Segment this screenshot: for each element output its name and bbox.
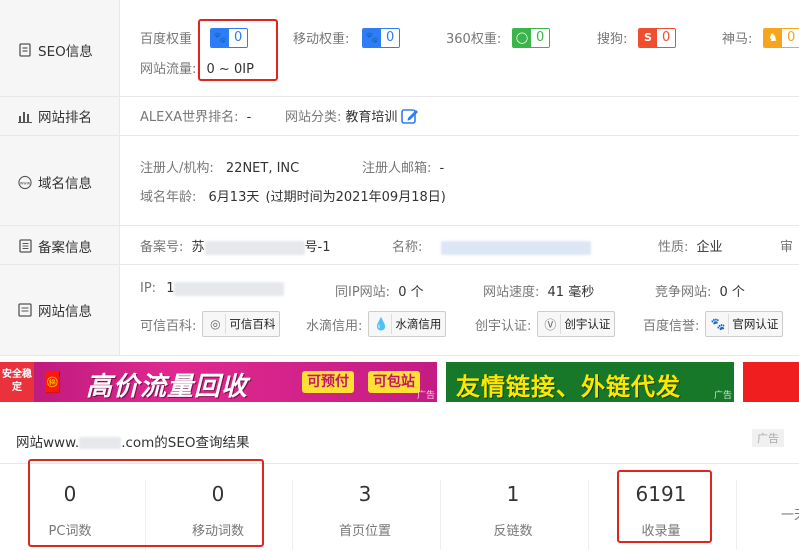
chuangyu-badge[interactable]: Ⓥ 创宇认证	[537, 311, 616, 337]
site-section-title: 网站信息	[18, 300, 92, 320]
record-book-icon	[18, 239, 32, 253]
shenma-weight: 神马:	[722, 32, 753, 47]
sogou-icon: S	[639, 29, 657, 47]
icp-nature: 性质: 企业	[658, 240, 723, 255]
s360-icon: ◯	[513, 29, 531, 47]
shenma-horse-icon: ♞	[764, 29, 782, 47]
stat-one-day[interactable]: 一天	[739, 466, 799, 551]
site-ip: IP: 1	[140, 281, 285, 296]
mobile-weight: 移动权重:	[293, 32, 350, 47]
icp-review: 审	[780, 240, 794, 255]
mobile-weight-badge[interactable]: 🐾 0	[362, 28, 401, 48]
stat-homepage-position[interactable]: 3 首页位置	[295, 466, 435, 551]
ad-banner-partial[interactable]	[743, 362, 799, 402]
competitor-sites: 竞争网站: 0 个	[655, 285, 745, 300]
site-list-icon	[18, 303, 32, 317]
v-shield-icon: Ⓥ	[540, 314, 562, 334]
icp-name: 名称:	[392, 236, 591, 255]
icp-section-title: 备案信息	[18, 236, 92, 256]
s360-weight: 360权重:	[446, 32, 502, 47]
chuangyu-cert: 创宇认证: Ⓥ 创宇认证	[475, 311, 616, 337]
same-ip-sites: 同IP网站: 0 个	[335, 285, 424, 300]
ranking-section-title: 网站排名	[18, 106, 92, 126]
redacted-block	[204, 240, 305, 255]
site-category: 网站分类: 教育培训	[285, 106, 419, 125]
banner-corner-tag: 安全稳定	[0, 362, 34, 402]
baidu-xinyu-badge[interactable]: 🐾 官网认证	[705, 311, 784, 337]
gift-icon: 🧧	[40, 370, 65, 394]
ad-banner-links[interactable]: 友情链接、外链代发 广告	[446, 362, 734, 402]
kexin-baike: 可信百科: ◎ 可信百科	[140, 311, 281, 337]
water-drop-icon: 💧	[371, 314, 393, 334]
stat-backlinks[interactable]: 1 反链数	[443, 466, 583, 551]
result-ad-tag: 广告	[752, 429, 784, 447]
ad-tag: 广告	[416, 391, 435, 401]
baidu-xinyu: 百度信誉: 🐾 官网认证	[643, 311, 784, 337]
site-speed: 网站速度: 41 毫秒	[483, 285, 595, 300]
shield-icon: ◎	[205, 314, 227, 334]
baidu-paw-icon: 🐾	[363, 29, 381, 47]
highlight-box-indexed	[617, 470, 712, 543]
shuidi-credit: 水滴信用: 💧 水滴信用	[306, 311, 447, 337]
ad-banner-traffic[interactable]: 安全稳定 🧧 高价流量回收 可预付 可包站 广告	[0, 362, 437, 402]
domain-section-title: www 域名信息	[18, 175, 92, 192]
sogou-weight-badge[interactable]: S 0	[638, 28, 677, 48]
s360-weight-badge[interactable]: ◯ 0	[512, 28, 551, 48]
banner-button-package: 可包站	[368, 371, 420, 393]
shenma-weight-badge[interactable]: ♞ 0	[763, 28, 799, 48]
banner-headline: 友情链接、外链代发	[456, 373, 681, 401]
highlight-box-keywords	[28, 459, 264, 547]
bar-chart-icon	[18, 109, 32, 123]
baidu-weight: 百度权重	[140, 32, 193, 47]
svg-text:www: www	[20, 180, 31, 185]
www-globe-icon: www	[18, 175, 32, 189]
highlight-box-baidu	[198, 19, 278, 81]
ad-tag: 广告	[713, 391, 732, 401]
redacted-block	[440, 240, 591, 255]
banner-headline: 高价流量回收	[86, 372, 249, 402]
sogou-weight: 搜狗:	[597, 32, 628, 47]
result-title: 网站www. .com的SEO查询结果	[16, 435, 250, 451]
alexa-rank: ALEXA世界排名: -	[140, 110, 252, 125]
redacted-block	[79, 437, 122, 449]
redacted-block	[174, 281, 285, 296]
document-icon	[18, 43, 32, 57]
banner-button-prepay: 可预付	[302, 371, 354, 393]
icp-number: 备案号: 苏号-1	[140, 240, 331, 255]
baidu-paw-icon: 🐾	[708, 314, 730, 334]
edit-icon[interactable]	[401, 107, 419, 125]
registrant-email: 注册人邮箱: -	[362, 161, 445, 176]
registrant: 注册人/机构: 22NET, INC	[140, 161, 300, 176]
shuidi-badge[interactable]: 💧 水滴信用	[368, 311, 447, 337]
kexin-badge[interactable]: ◎ 可信百科	[202, 311, 281, 337]
domain-age: 域名年龄: 6月13天 (过期时间为2021年09月18日)	[140, 190, 446, 205]
seo-section-title: SEO信息	[18, 40, 93, 60]
